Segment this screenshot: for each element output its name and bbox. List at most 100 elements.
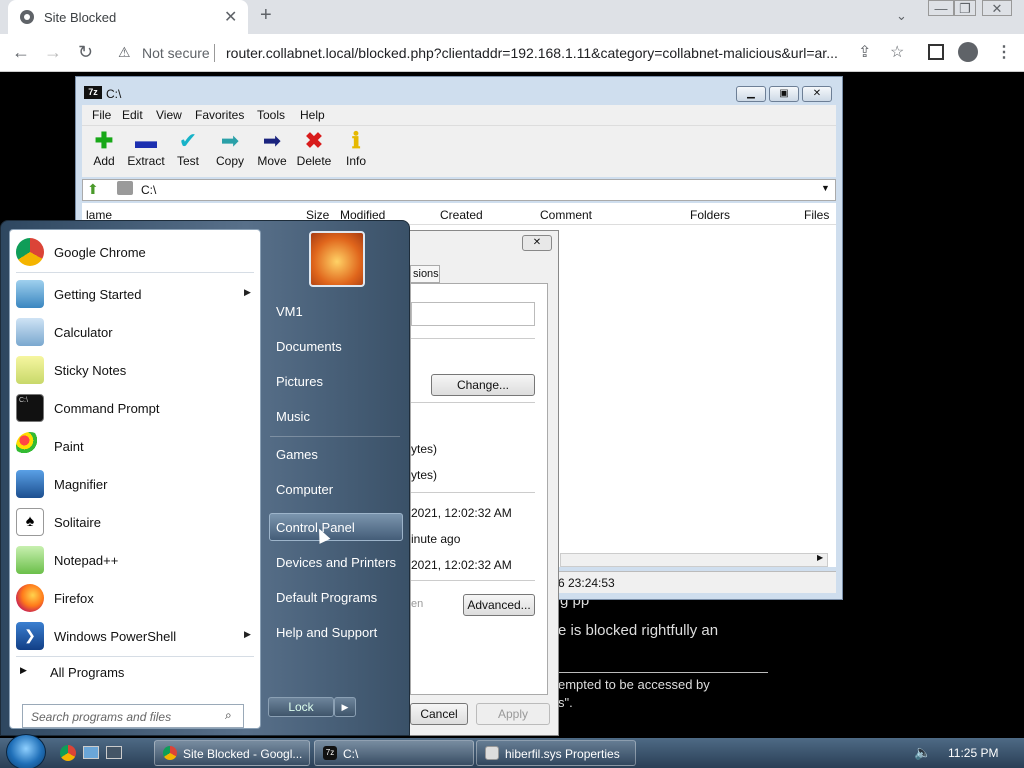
start-orb-icon[interactable]: [6, 734, 46, 768]
user-avatar[interactable]: [309, 231, 365, 287]
properties-dialog: ✕ sions Change... ytes) ytes) 2021, 12:0…: [395, 230, 559, 736]
tab-previous-versions[interactable]: sions: [410, 265, 440, 283]
start-item-firefox[interactable]: Firefox: [12, 580, 260, 616]
start-item-solitaire[interactable]: ♠ Solitaire: [12, 504, 260, 540]
filename-field[interactable]: [411, 302, 535, 326]
new-tab-icon[interactable]: +: [260, 4, 272, 27]
start-right-music[interactable]: Music: [276, 409, 310, 424]
close-icon[interactable]: ✕: [522, 235, 552, 251]
chrome-pinned-icon[interactable]: [60, 745, 76, 761]
menu-view[interactable]: View: [156, 108, 182, 122]
all-programs-item[interactable]: ▶ All Programs: [12, 660, 260, 684]
up-folder-icon[interactable]: ⬆: [87, 181, 99, 198]
profile-avatar-icon[interactable]: [958, 42, 978, 62]
start-item-command-prompt[interactable]: C:\ Command Prompt: [12, 390, 260, 426]
start-right-help-and-support[interactable]: Help and Support: [276, 625, 377, 640]
close-icon[interactable]: ✕: [802, 86, 832, 102]
start-item-sticky-notes[interactable]: Sticky Notes: [12, 352, 260, 388]
start-right-games[interactable]: Games: [276, 447, 318, 462]
desktop-pinned-icon[interactable]: [83, 746, 99, 759]
start-item-magnifier[interactable]: Magnifier: [12, 466, 260, 502]
column-folders[interactable]: Folders: [690, 208, 730, 222]
delete-x-icon: ✖: [304, 128, 324, 153]
blocked-text-line: empted to be accessed by: [558, 677, 710, 692]
globe-icon: [20, 10, 34, 24]
add-button[interactable]: ✚ Add: [82, 128, 126, 168]
sticky-notes-icon: [16, 356, 44, 384]
maximize-icon[interactable]: ▣: [769, 86, 799, 102]
not-secure-label: Not secure: [142, 45, 210, 61]
shutdown-options-arrow-icon[interactable]: ▶: [334, 697, 356, 717]
menu-edit[interactable]: Edit: [122, 108, 143, 122]
cancel-button[interactable]: Cancel: [410, 703, 468, 725]
reload-icon[interactable]: ↻: [78, 42, 93, 63]
start-item-notepadpp[interactable]: Notepad++: [12, 542, 260, 578]
lock-button[interactable]: Lock: [268, 697, 334, 717]
path-dropdown-icon[interactable]: ▼: [821, 183, 830, 193]
path-bar[interactable]: ⬆ C:\ ▼: [82, 179, 836, 201]
search-icon[interactable]: ⌕: [225, 708, 232, 723]
extract-button[interactable]: ▬ Extract: [124, 128, 168, 168]
column-files[interactable]: Files: [804, 208, 829, 222]
address-bar[interactable]: ⚠ Not secure router.collabnet.local/bloc…: [108, 38, 918, 68]
start-item-windows-powershell[interactable]: ❯ Windows PowerShell ▶: [12, 618, 260, 654]
start-right-computer[interactable]: Computer: [276, 482, 333, 497]
taskbar-item-7zip[interactable]: 7z C:\: [314, 740, 474, 766]
explorer-pinned-icon[interactable]: [106, 746, 122, 759]
taskbar-clock[interactable]: 11:25 PM: [948, 746, 998, 760]
taskbar-item-chrome[interactable]: Site Blocked - Googl...: [154, 740, 310, 766]
taskbar-item-properties[interactable]: hiberfil.sys Properties: [476, 740, 636, 766]
address-divider: [214, 44, 215, 62]
plus-icon: ✚: [94, 128, 114, 153]
horizontal-scrollbar[interactable]: ▶: [560, 553, 828, 567]
more-menu-icon[interactable]: ⋮: [996, 42, 1012, 62]
share-icon[interactable]: ⇪: [858, 42, 871, 62]
menu-file[interactable]: File: [92, 108, 111, 122]
solitaire-icon: ♠: [16, 508, 44, 536]
back-icon[interactable]: ←: [12, 42, 30, 63]
hidden-attribute-label: en: [411, 598, 424, 610]
url-text[interactable]: router.collabnet.local/blocked.php?clien…: [226, 45, 856, 61]
minimize-icon[interactable]: ▁: [736, 86, 766, 102]
start-item-getting-started[interactable]: Getting Started ▶: [12, 276, 260, 312]
start-right-vm1[interactable]: VM1: [276, 304, 303, 319]
start-item-calculator[interactable]: Calculator: [12, 314, 260, 350]
advanced-button[interactable]: Advanced...: [463, 594, 535, 616]
close-tab-icon[interactable]: ✕: [224, 7, 237, 27]
copy-button[interactable]: ➡ Copy: [208, 128, 252, 168]
info-icon: ℹ: [351, 128, 361, 153]
tab-search-icon[interactable]: ⌄: [896, 8, 907, 24]
path-text[interactable]: C:\: [141, 183, 156, 197]
side-panel-icon[interactable]: [928, 44, 944, 60]
menu-tools[interactable]: Tools: [257, 108, 285, 122]
start-item-paint[interactable]: Paint: [12, 428, 260, 464]
column-comment[interactable]: Comment: [540, 208, 592, 222]
minimize-icon[interactable]: —: [928, 0, 954, 16]
forward-icon[interactable]: →: [44, 42, 62, 63]
getting-started-icon: [16, 280, 44, 308]
menu-help[interactable]: Help: [300, 108, 325, 122]
menu-favorites[interactable]: Favorites: [195, 108, 244, 122]
delete-button[interactable]: ✖ Delete: [292, 128, 336, 168]
start-right-documents[interactable]: Documents: [276, 339, 342, 354]
volume-icon[interactable]: 🔈: [914, 744, 931, 761]
test-button[interactable]: ✔ Test: [166, 128, 210, 168]
bookmark-star-icon[interactable]: ☆: [890, 42, 904, 62]
move-button[interactable]: ➡ Move: [250, 128, 294, 168]
change-button[interactable]: Change...: [431, 374, 535, 396]
column-created[interactable]: Created: [440, 208, 483, 222]
start-search-input[interactable]: Search programs and files ⌕: [22, 704, 244, 728]
browser-tab[interactable]: Site Blocked ✕: [8, 0, 248, 34]
close-window-icon[interactable]: ✕: [982, 0, 1012, 16]
7zip-app-icon: 7z: [84, 86, 102, 99]
start-right-default-programs[interactable]: Default Programs: [276, 590, 377, 605]
start-right-pictures[interactable]: Pictures: [276, 374, 323, 389]
scroll-right-icon[interactable]: ▶: [817, 553, 823, 562]
calculator-icon: [16, 318, 44, 346]
apply-button[interactable]: Apply: [476, 703, 550, 725]
restore-icon[interactable]: ❐: [954, 0, 976, 16]
drive-icon: [117, 181, 133, 195]
info-button[interactable]: ℹ Info: [334, 128, 378, 168]
start-right-devices-and-printers[interactable]: Devices and Printers: [276, 555, 396, 570]
start-item-google-chrome[interactable]: Google Chrome: [12, 234, 260, 270]
